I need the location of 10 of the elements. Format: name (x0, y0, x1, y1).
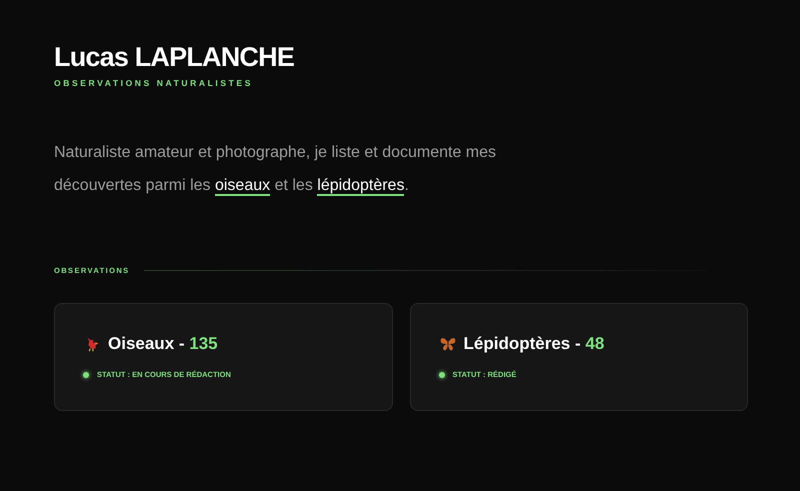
intro-link[interactable]: lépidoptères (317, 177, 404, 196)
site-subtitle: OBSERVATIONS NATURALISTES (54, 78, 253, 88)
card-title: Oiseaux - 135 (108, 334, 218, 354)
status-dot (83, 372, 89, 378)
card-title: Lépidoptères - 48 (464, 334, 604, 354)
author-name: Lucas LAPLANCHE (54, 42, 294, 73)
butterfly-icon (438, 335, 456, 353)
status-dot (438, 372, 444, 378)
intro-link[interactable]: oiseaux (214, 177, 270, 196)
intro-paragraph: Naturaliste amateur et photographe, je liste et documente mes découvertes parmi les oiseaux et les lépidoptères. (54, 143, 498, 198)
